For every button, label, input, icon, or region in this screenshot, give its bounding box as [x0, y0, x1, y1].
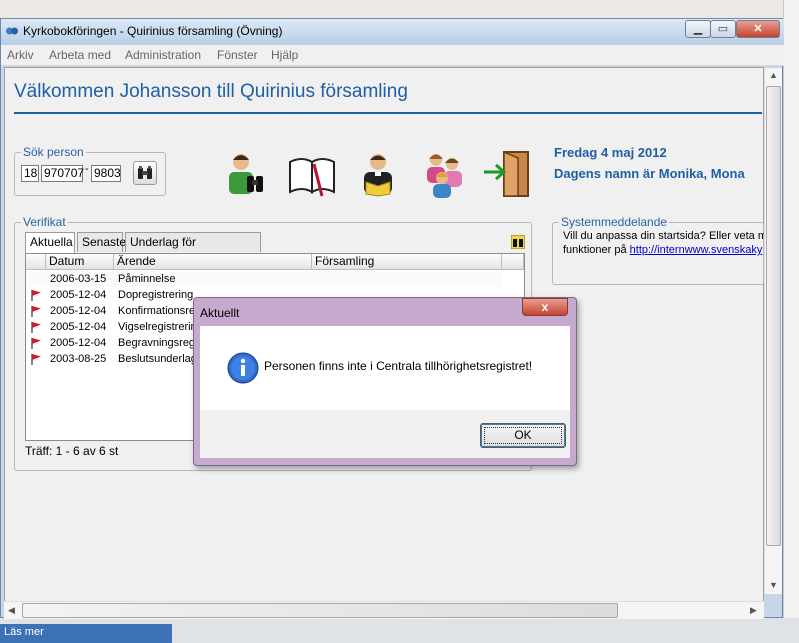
background-read-more[interactable]: Läs mer — [4, 626, 44, 638]
dialog-message: Personen finns inte i Centrala tillhörig… — [264, 359, 533, 373]
row-date: 2006-03-15 — [50, 273, 107, 285]
red-flag-icon — [31, 338, 41, 349]
vertical-scrollbar[interactable]: ▲ ▼ — [764, 68, 782, 594]
scroll-up-icon[interactable]: ▲ — [769, 70, 778, 80]
minimize-button[interactable]: ▁ — [685, 20, 711, 38]
close-window-button[interactable]: ✕ — [736, 20, 780, 38]
dialog-footer: OK — [200, 410, 570, 458]
personnummer-dash: - — [85, 163, 89, 175]
row-arende: Påminnelse — [118, 273, 176, 285]
tab-underlag[interactable]: Underlag för diarieföring — [125, 232, 261, 268]
red-flag-icon — [31, 306, 41, 317]
column-arende[interactable]: Ärende — [114, 254, 312, 270]
person-binoculars-icon[interactable] — [221, 148, 273, 200]
verifikat-tabs: Aktuella Senaste Underlag för diarieföri… — [25, 232, 525, 268]
menu-fonster[interactable]: Fönster — [217, 48, 258, 62]
background-taskbar-strip: Läs mer — [0, 618, 799, 643]
verifikat-label: Verifikat — [21, 215, 68, 229]
dialog-title: Aktuellt — [200, 306, 240, 320]
info-icon — [227, 352, 259, 384]
column-datum[interactable]: Datum — [46, 254, 114, 270]
system-message-label: Systemmeddelande — [559, 215, 670, 229]
system-message-group: Systemmeddelande Vill du anpassa din sta… — [552, 215, 773, 285]
maximize-icon: ▭ — [717, 23, 729, 35]
title-divider — [14, 112, 762, 114]
row-date: 2005-12-04 — [50, 337, 107, 349]
red-flag-icon — [31, 354, 41, 365]
scroll-down-icon[interactable]: ▼ — [769, 580, 778, 590]
horizontal-scroll-thumb[interactable] — [22, 603, 618, 618]
page-title: Välkommen Johansson till Quirinius försa… — [14, 81, 408, 102]
red-flag-icon — [31, 290, 41, 301]
minimize-icon: ▁ — [693, 23, 703, 35]
title-bar[interactable]: Kyrkobokföringen - Quirinius församling … — [1, 19, 784, 46]
scroll-right-icon[interactable]: ▶ — [750, 605, 757, 616]
column-forsamling[interactable]: Församling — [312, 254, 502, 270]
menu-arbeta-med[interactable]: Arbeta med — [49, 48, 111, 62]
personnummer-last-input[interactable]: 9803 — [91, 165, 121, 182]
name-of-day: Dagens namn är Monika, Mona — [554, 166, 745, 181]
maximize-button[interactable]: ▭ — [710, 20, 736, 38]
search-person-label: Sök person — [21, 145, 86, 159]
ok-button[interactable]: OK — [480, 423, 566, 448]
family-group-icon[interactable] — [418, 148, 470, 200]
horizontal-scrollbar[interactable]: ◀ ▶ — [4, 601, 764, 619]
binoculars-small-icon[interactable] — [511, 235, 525, 249]
tab-aktuella[interactable]: Aktuella — [25, 232, 75, 253]
menu-hjalp[interactable]: Hjälp — [271, 48, 298, 62]
hit-count: Träff: 1 - 6 av 6 st — [25, 444, 119, 458]
search-button[interactable] — [133, 161, 157, 185]
row-date: 2005-12-04 — [50, 321, 107, 333]
background-window-edge — [783, 0, 799, 643]
red-flag-icon — [31, 322, 41, 333]
binoculars-icon — [138, 166, 152, 179]
row-date: 2005-12-04 — [50, 305, 107, 317]
alert-dialog: Aktuellt x Personen finns inte i Central… — [193, 297, 577, 466]
priest-reading-icon[interactable] — [352, 148, 404, 200]
row-date: 2005-12-04 — [50, 289, 107, 301]
column-flag[interactable] — [26, 254, 46, 270]
close-icon: ✕ — [753, 23, 763, 35]
table-row[interactable]: 2006-03-15 Påminnelse — [26, 271, 502, 287]
column-end — [502, 254, 524, 270]
logout-door-icon[interactable] — [482, 148, 534, 200]
menu-bar: Arkiv Arbeta med Administration Fönster … — [1, 45, 784, 66]
row-arende: Beslutsunderlag — [118, 353, 197, 365]
app-icon — [6, 27, 18, 35]
row-arende: Vigselregistrering — [118, 321, 203, 333]
search-person-group: Sök person 18 970707 - 9803 — [14, 145, 166, 196]
row-arende: Dopregistrering — [118, 289, 194, 301]
personnummer-date-input[interactable]: 970707 — [41, 165, 84, 182]
vertical-scroll-thumb[interactable] — [766, 86, 781, 546]
system-message-prefix: funktioner på — [563, 244, 630, 256]
system-message-text: Vill du anpassa din startsida? Eller vet… — [563, 230, 774, 242]
intranet-link[interactable]: http://internwww.svenskaky — [630, 244, 763, 256]
dialog-close-button[interactable]: x — [522, 298, 568, 316]
current-date: Fredag 4 maj 2012 — [554, 145, 667, 160]
dialog-body: Personen finns inte i Centrala tillhörig… — [200, 326, 570, 410]
tab-senaste[interactable]: Senaste — [77, 232, 126, 252]
personnummer-century-input[interactable]: 18 — [21, 165, 39, 182]
system-message-line2: funktioner på http://internwww.svenskaky — [563, 243, 762, 257]
church-book-icon[interactable] — [286, 148, 338, 200]
menu-administration[interactable]: Administration — [125, 48, 201, 62]
focus-rectangle — [484, 427, 562, 444]
row-arende: Begravningsreg — [118, 337, 196, 349]
scroll-left-icon[interactable]: ◀ — [8, 605, 15, 616]
window-title: Kyrkobokföringen - Quirinius församling … — [23, 24, 283, 38]
row-date: 2003-08-25 — [50, 353, 107, 365]
menu-arkiv[interactable]: Arkiv — [7, 48, 34, 62]
